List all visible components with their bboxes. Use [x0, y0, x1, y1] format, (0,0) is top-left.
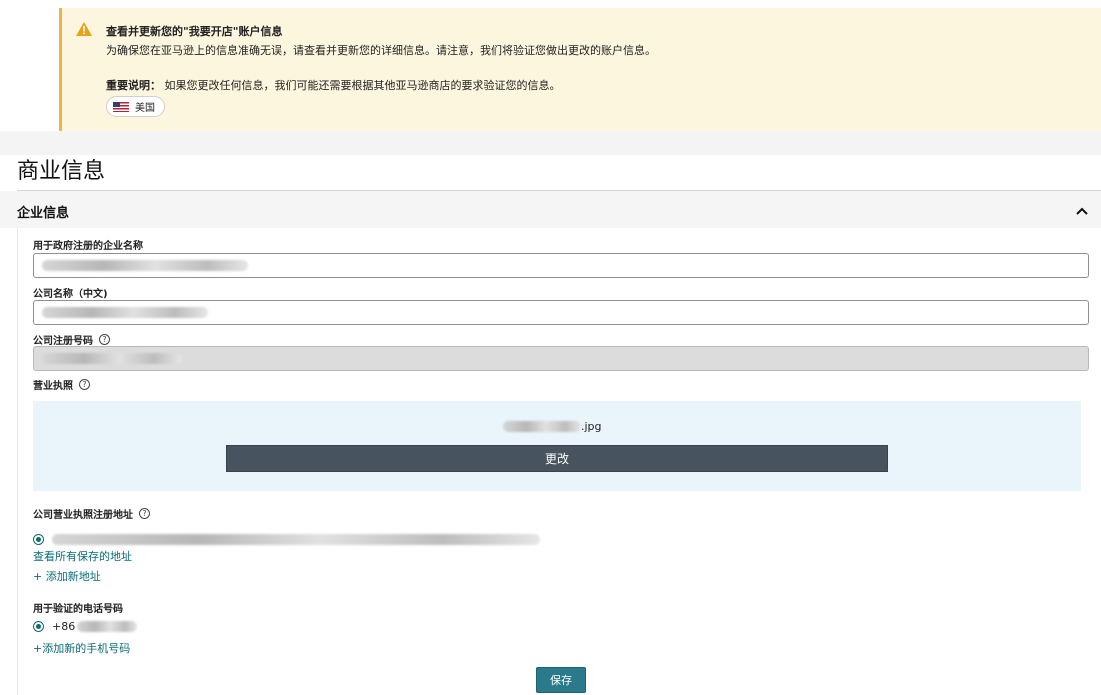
view-saved-addresses-link[interactable]: 查看所有保存的地址 — [33, 548, 132, 564]
country-chip[interactable]: 美国 — [106, 96, 165, 117]
reg-no-label: 公司注册号码 ? — [33, 332, 110, 347]
chevron-up-icon[interactable] — [1075, 204, 1089, 218]
notice-important: 重要说明： 如果您更改任何信息，我们可能还需要根据其他亚马逊商店的要求验证您的信… — [106, 77, 561, 93]
phone-label: 用于验证的电话号码 — [33, 604, 123, 615]
license-upload-panel: .jpg 更改 — [33, 401, 1081, 491]
add-address-link[interactable]: + 添加新地址 — [33, 568, 101, 584]
redacted-value — [42, 260, 248, 271]
notice-description: 为确保您在亚马逊上的信息准确无误，请查看并更新您的详细信息。请注意，我们将验证您… — [106, 44, 656, 57]
notice-title: 查看并更新您的"我要开店"账户信息 — [106, 25, 283, 38]
account-info-notice: 查看并更新您的"我要开店"账户信息 为确保您在亚马逊上的信息准确无误，请查看并更… — [59, 8, 1101, 131]
warning-icon — [76, 22, 92, 36]
redacted-address — [52, 534, 540, 545]
address-option[interactable] — [33, 534, 540, 545]
cn-name-label: 公司名称（中文) — [33, 289, 108, 300]
gov-name-input[interactable] — [33, 253, 1089, 278]
country-label: 美国 — [135, 103, 155, 114]
redacted-value — [42, 307, 208, 318]
help-icon[interactable]: ? — [139, 508, 150, 519]
save-button[interactable]: 保存 — [536, 667, 586, 693]
address-label: 公司营业执照注册地址 ? — [33, 506, 150, 521]
important-label: 重要说明： — [106, 79, 161, 92]
divider-band — [0, 131, 1101, 155]
uploaded-file: .jpg — [503, 420, 602, 433]
section-header[interactable] — [0, 191, 1101, 228]
help-icon[interactable]: ? — [99, 334, 110, 345]
address-radio[interactable] — [33, 534, 44, 545]
gov-name-label: 用于政府注册的企业名称 — [33, 241, 143, 252]
important-text: 如果您更改任何信息，我们可能还需要根据其他亚马逊商店的要求验证您的信息。 — [164, 79, 561, 92]
section-left-rule — [17, 228, 18, 695]
help-icon[interactable]: ? — [79, 379, 90, 390]
page-title: 商业信息 — [17, 159, 106, 184]
license-label: 营业执照 ? — [33, 377, 90, 392]
section-title: 企业信息 — [17, 206, 70, 221]
phone-radio[interactable] — [33, 621, 44, 632]
redacted-value — [42, 353, 182, 364]
cn-name-input[interactable] — [33, 300, 1089, 325]
redacted-filename — [503, 421, 581, 432]
redacted-phone — [77, 621, 138, 632]
phone-option[interactable]: +86 — [33, 620, 138, 633]
phone-prefix: +86 — [52, 620, 76, 633]
reg-no-field — [33, 346, 1089, 371]
add-phone-link[interactable]: +添加新的手机号码 — [33, 640, 130, 656]
change-file-button[interactable]: 更改 — [226, 445, 888, 472]
us-flag-icon — [113, 101, 129, 112]
